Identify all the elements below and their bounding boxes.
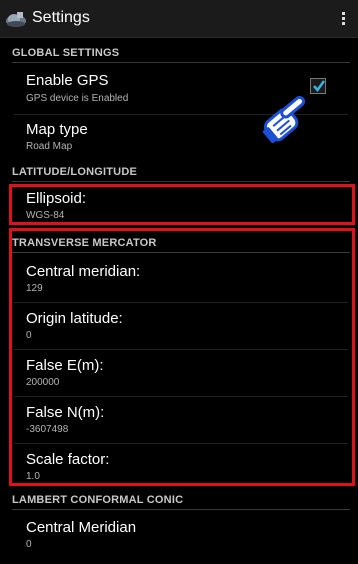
section-header-global: GLOBAL SETTINGS — [12, 43, 350, 63]
pref-title: Central Meridian — [26, 519, 137, 536]
pref-summary: Road Map — [26, 141, 73, 152]
section-header-latlon: LATITUDE/LONGITUDE — [12, 162, 350, 182]
pref-summary: GPS device is Enabled — [26, 93, 129, 104]
pref-summary: 0 — [26, 539, 32, 550]
app-icon[interactable] — [5, 9, 27, 29]
pointing-hand-icon — [257, 89, 315, 147]
pref-title: Enable GPS — [26, 72, 109, 89]
overflow-menu-icon[interactable] — [338, 10, 348, 30]
page-title: Settings — [32, 9, 90, 26]
action-bar: Settings — [0, 0, 358, 38]
pref-title: Map type — [26, 121, 88, 138]
settings-screen: Settings GLOBAL SETTINGS Enable GPS GPS … — [0, 0, 358, 564]
section-header-lcc: LAMBERT CONFORMAL CONIC — [12, 490, 350, 510]
highlight-box-ellipsoid — [9, 184, 355, 225]
highlight-box-transverse-mercator — [9, 228, 355, 486]
pref-lcc-central-meridian[interactable]: Central Meridian 0 — [0, 514, 358, 558]
